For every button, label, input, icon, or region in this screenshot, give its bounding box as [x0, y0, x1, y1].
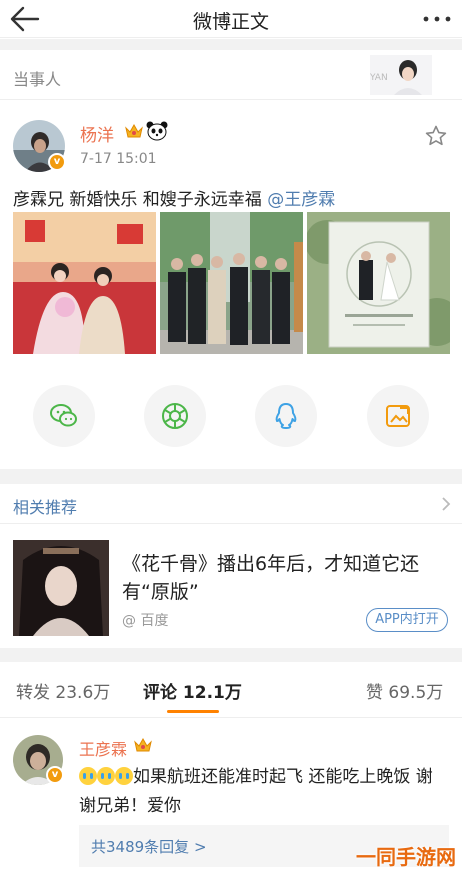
share-weibo-button[interactable] [367, 385, 429, 447]
chevron-right-icon[interactable] [440, 496, 452, 516]
tab-repost[interactable]: 转发 23.6万 [16, 678, 110, 703]
weibo-share-icon [386, 405, 410, 427]
post-body: 彦霖兄 新婚快乐 和嫂子永远幸福 [13, 190, 268, 210]
author-name[interactable]: 杨洋 [80, 121, 114, 146]
tab-comment[interactable]: 评论 12.1万 [143, 678, 242, 703]
section-divider [0, 648, 462, 662]
spacer [0, 100, 462, 110]
tab-repost-label: 转发 [16, 683, 50, 703]
related-label: 相关推荐 [13, 498, 78, 517]
interaction-tabs: 转发 23.6万 评论 12.1万 赞 69.5万 [0, 662, 462, 718]
section-divider [0, 39, 462, 50]
related-source: @ 百度 [122, 613, 169, 629]
qq-icon [275, 403, 297, 429]
open-in-app-button[interactable]: APP内打开 [366, 608, 448, 632]
comment-text: 如果航班还能准时起飞 还能吃上晚饭 谢谢兄弟！爱你 [79, 763, 449, 821]
share-wechat-button[interactable] [33, 385, 95, 447]
party-avatar[interactable]: YAN [370, 55, 432, 95]
post-photo-1[interactable] [13, 212, 156, 354]
verified-badge-icon: v [46, 766, 64, 784]
tab-comment-count: 12.1万 [182, 683, 242, 703]
crying-emoji-icon [115, 767, 133, 785]
wechat-icon [50, 404, 77, 427]
party-label: 当事人 [13, 70, 62, 89]
crying-emoji-icon [79, 767, 97, 785]
party-row[interactable]: 当事人 YAN [0, 50, 462, 100]
top-navigation-bar: 微博正文 [0, 0, 462, 38]
related-article-title[interactable]: 《花千骨》播出6年后，才知道它还有“原版” [122, 550, 452, 606]
verified-badge-icon: v [48, 153, 66, 171]
tab-like-label: 赞 [366, 683, 383, 703]
crown-icon [133, 735, 153, 759]
crying-emoji-icon [97, 767, 115, 785]
post-time: 7-17 15:01 [80, 151, 157, 167]
tab-like-count: 69.5万 [388, 683, 444, 703]
crown-icon [124, 121, 144, 145]
page-title: 微博正文 [192, 11, 269, 33]
tab-repost-count: 23.6万 [55, 683, 111, 703]
panda-icon [146, 121, 168, 145]
replies-count: 共3489条回复 > [91, 838, 207, 856]
mention-link[interactable]: @王彦霖 [267, 190, 335, 210]
share-qq-button[interactable] [255, 385, 317, 447]
related-thumbnail[interactable] [13, 540, 109, 636]
related-header[interactable]: 相关推荐 [0, 484, 462, 524]
post-photo-3[interactable] [307, 212, 450, 354]
favorite-star-icon[interactable] [424, 124, 448, 152]
tab-comment-label: 评论 [143, 683, 177, 703]
active-tab-indicator [167, 710, 219, 713]
commenter-name[interactable]: 王彦霖 [79, 736, 127, 760]
more-options-icon[interactable] [420, 4, 454, 34]
section-divider [0, 469, 462, 484]
post-photo-2[interactable] [160, 212, 303, 354]
post-text: 彦霖兄 新婚快乐 和嫂子永远幸福 @王彦霖 [13, 185, 335, 210]
party-avatar-caption: YAN [370, 73, 388, 83]
tab-like[interactable]: 赞 69.5万 [366, 678, 443, 703]
moments-icon [162, 403, 188, 429]
share-moments-button[interactable] [144, 385, 206, 447]
watermark-logo: 一同手游网 [356, 845, 456, 869]
